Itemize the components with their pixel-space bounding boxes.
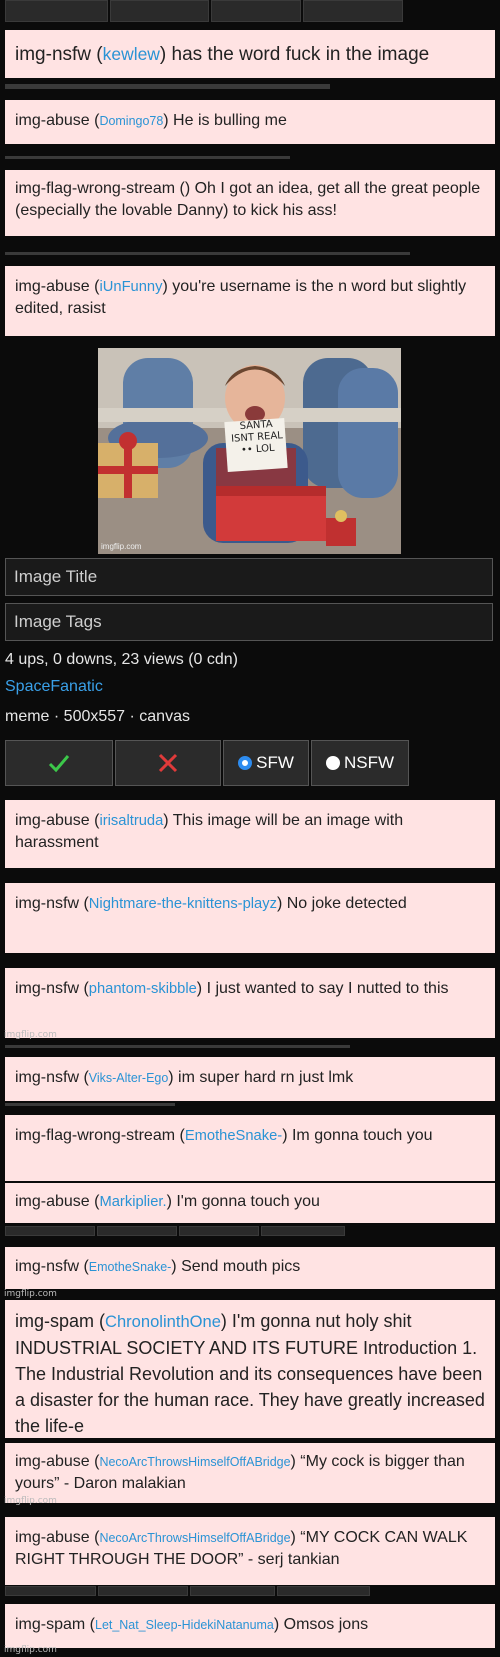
flag-item: img-nsfw (phantom-skibble) I just wanted… [5, 968, 495, 1038]
flag-type: img-nsfw [15, 895, 80, 912]
flag-type: img-nsfw [15, 44, 92, 65]
flag-type: img-flag-wrong-stream [15, 1127, 176, 1144]
flag-user-link[interactable]: ChronolinthOne [105, 1312, 221, 1331]
flag-user-link[interactable]: Let_Nat_Sleep-HidekiNatanuma [95, 1618, 274, 1632]
flag-user-link[interactable]: NecoArcThrowsHimselfOffABridge [99, 1531, 290, 1545]
flag-message: im super hard rn just lmk [178, 1069, 354, 1086]
top-reject-button[interactable] [109, 0, 210, 22]
flag-type: img-abuse [15, 278, 90, 295]
divider [5, 1045, 350, 1048]
sfw-button[interactable] [178, 1226, 259, 1236]
flag-type: img-spam [15, 1311, 95, 1331]
flag-type: img-nsfw [15, 1258, 80, 1275]
nsfw-button[interactable]: NSFW [311, 740, 409, 786]
flag-item: img-nsfw (EmotheSnake-) Send mouth pics [5, 1247, 495, 1289]
approve-button[interactable] [5, 1226, 95, 1236]
top-approve-button[interactable] [5, 0, 108, 22]
flag-message: has the word fuck in the image [171, 44, 430, 65]
flag-message: Im gonna touch you [291, 1127, 433, 1144]
flag-item: img-flag-wrong-stream () Oh I got an ide… [5, 170, 495, 236]
check-icon [48, 755, 70, 773]
flag-message: He is bulling me [173, 112, 287, 129]
flag-user-link[interactable]: Nightmare-the-knittens-playz [89, 896, 277, 912]
flag-type: img-nsfw [15, 1069, 80, 1086]
imgflip-watermark: imgflip.com [4, 1645, 57, 1655]
flag-item: img-flag-wrong-stream (EmotheSnake-) Im … [5, 1115, 495, 1181]
moderation-buttons: SFW NSFW [5, 740, 409, 786]
sfw-button[interactable] [190, 1586, 276, 1596]
radio-selected-icon [238, 756, 253, 770]
approve-button[interactable] [5, 1586, 96, 1596]
image-title-input[interactable]: Image Title [5, 558, 493, 596]
flag-item: img-spam (Let_Nat_Sleep-HidekiNatanuma) … [5, 1604, 495, 1648]
flag-item: img-abuse (NecoArcThrowsHimselfOffABridg… [5, 1517, 495, 1585]
flag-user-link[interactable]: EmotheSnake- [89, 1260, 171, 1274]
flag-message: I'm gonna touch you [176, 1193, 320, 1210]
flag-type: img-abuse [15, 812, 90, 829]
imgflip-watermark: imgflip.com [4, 1496, 57, 1506]
flag-item: img-abuse (Domingo78) He is bulling me [5, 100, 495, 144]
meme-image: SANTA ISNT REAL •• LOL imgflip.com [98, 348, 401, 554]
image-info: meme · 500x557 · canvas [5, 708, 190, 725]
divider [5, 1103, 175, 1106]
flag-user-link[interactable]: phantom-skibble [89, 981, 197, 997]
flag-item: img-abuse (Markiplier.) I'm gonna touch … [5, 1183, 495, 1223]
nsfw-button[interactable] [277, 1586, 370, 1596]
flag-user-link[interactable]: Viks-Alter-Ego [89, 1071, 168, 1085]
divider [5, 156, 290, 159]
approve-button[interactable] [5, 740, 113, 786]
flag-item: img-nsfw (Viks-Alter-Ego) im super hard … [5, 1057, 495, 1101]
reject-button[interactable] [97, 1586, 189, 1596]
flag-message: I just wanted to say I nutted to this [206, 980, 449, 997]
flag-type: img-abuse [15, 1529, 90, 1546]
flag-type: img-abuse [15, 1453, 90, 1470]
sfw-label: SFW [256, 753, 294, 772]
flag-type: img-abuse [15, 112, 90, 129]
imgflip-watermark: imgflip.com [4, 1030, 57, 1040]
flag-user-link[interactable]: Markiplier. [99, 1194, 166, 1210]
flag-user-link[interactable]: NecoArcThrowsHimselfOffABridge [99, 1455, 290, 1469]
flag-item: img-nsfw (kewlew) has the word fuck in t… [5, 30, 495, 78]
flag-message: Send mouth pics [181, 1258, 301, 1275]
flag-item: img-spam (ChronolinthOne) I'm gonna nut … [5, 1300, 495, 1438]
flag-message: Omsos jons [283, 1616, 369, 1633]
button-bar [5, 1586, 370, 1596]
nsfw-label: NSFW [343, 753, 395, 772]
reject-button[interactable] [96, 1226, 177, 1236]
meme-sign-text: SANTA ISNT REAL •• LOL [230, 418, 284, 457]
image-tags-input[interactable]: Image Tags [5, 603, 493, 641]
sfw-button[interactable]: SFW [223, 740, 309, 786]
reject-button[interactable] [115, 740, 221, 786]
flag-user-link[interactable]: iUnFunny [99, 279, 162, 295]
nsfw-button[interactable] [261, 1226, 345, 1236]
flag-type: img-abuse [15, 1193, 90, 1210]
flag-item: img-abuse (NecoArcThrowsHimselfOffABridg… [5, 1443, 495, 1503]
author-link[interactable]: SpaceFanatic [5, 678, 103, 696]
flag-item: img-abuse (irisaltruda) This image will … [5, 800, 495, 868]
button-bar [5, 1226, 345, 1236]
flag-item: img-abuse (iUnFunny) you're username is … [5, 266, 495, 336]
flag-item: img-nsfw (Nightmare-the-knittens-playz) … [5, 883, 495, 953]
flag-user-link[interactable]: Domingo78 [99, 114, 163, 128]
flag-user-link[interactable]: EmotheSnake- [185, 1128, 282, 1144]
flag-message: No joke detected [286, 895, 407, 912]
flag-user-link[interactable]: kewlew [103, 44, 160, 64]
flag-type: img-spam [15, 1616, 86, 1633]
radio-unselected-icon [325, 756, 340, 770]
top-nsfw-button[interactable] [303, 0, 403, 22]
top-sfw-button[interactable] [211, 0, 302, 22]
divider [5, 84, 330, 89]
flag-user-link[interactable]: irisaltruda [99, 813, 163, 829]
imgflip-watermark: imgflip.com [4, 1289, 57, 1299]
x-icon [158, 753, 178, 773]
meme-watermark: imgflip.com [101, 542, 142, 551]
divider [5, 252, 410, 255]
top-button-bar [5, 0, 403, 22]
image-stats: 4 ups, 0 downs, 23 views (0 cdn) [5, 651, 239, 668]
flag-type: img-nsfw [15, 980, 80, 997]
flag-type: img-flag-wrong-stream [15, 180, 176, 197]
